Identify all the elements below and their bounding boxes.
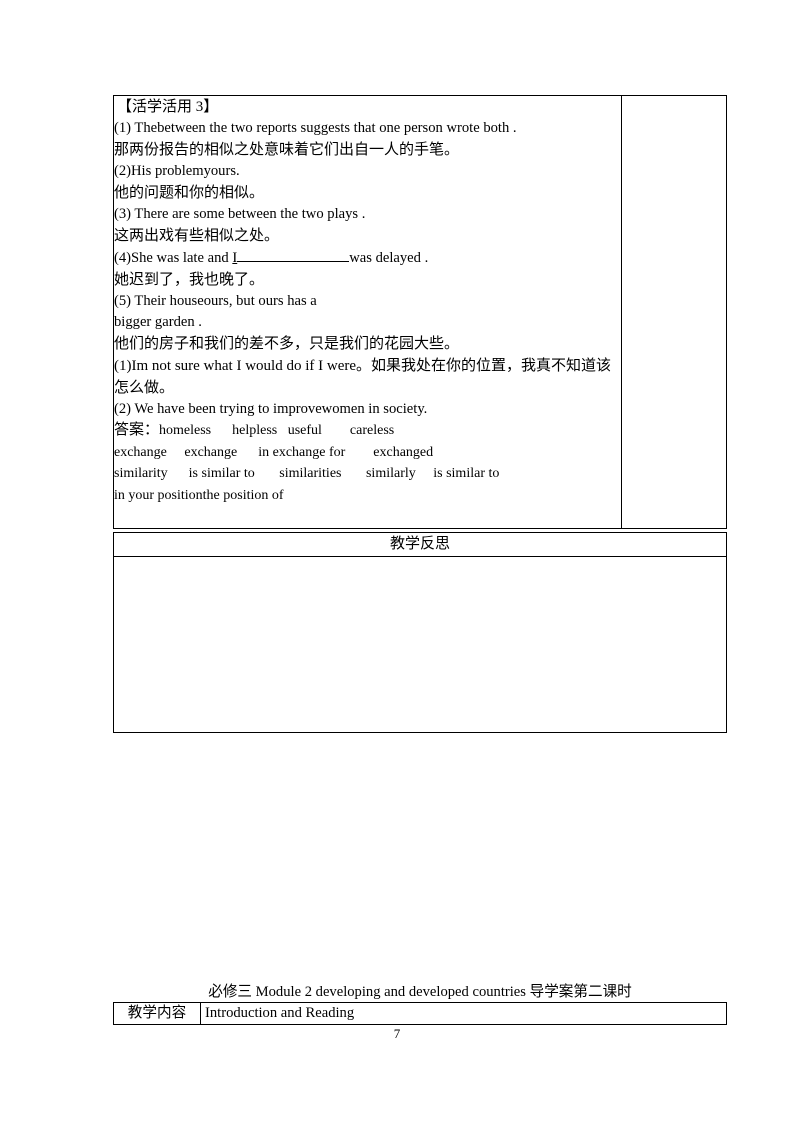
exercise-item-2-en: (2)His problemyours.: [114, 163, 240, 179]
reflection-title: 教学反思: [113, 532, 727, 557]
teaching-content-label: 教学内容: [113, 1002, 201, 1025]
extra-item-2: (2) We have been trying to improvewomen …: [114, 401, 428, 417]
fill-in-blank-line: [237, 247, 350, 262]
exercise-heading: 【活学活用 3】: [117, 99, 219, 115]
exercise-item-5-cn: 他们的房子和我们的差不多，只是我们的花园大些。: [114, 336, 460, 352]
answer-key-line-1: homeless helpless useful careless: [159, 423, 395, 438]
answer-key-line-4: in your positionthe position of: [114, 487, 284, 503]
answer-key-label: 答案：: [114, 422, 160, 438]
answer-key-line-2: exchange exchange in exchange for exchan…: [114, 444, 434, 460]
reflection-content-area: [113, 556, 727, 733]
document-page: 【活学活用 3】 (1) Thebetween the two reports …: [0, 0, 794, 1123]
exercise-content-cell: 【活学活用 3】 (1) Thebetween the two reports …: [113, 95, 622, 529]
exercise-item-3-en: (3) There are some between the two plays…: [114, 206, 366, 222]
teaching-content-value: Introduction and Reading: [200, 1002, 727, 1025]
module-title: 必修三 Module 2 developing and developed co…: [208, 984, 632, 1000]
exercise-item-1-en: (1) Thebetween the two reports suggests …: [114, 120, 517, 136]
footer-table: 教学内容 Introduction and Reading: [113, 1002, 727, 1025]
page-number: 7: [393, 1026, 401, 1041]
exercise-table: 【活学活用 3】 (1) Thebetween the two reports …: [113, 95, 727, 529]
table-row: 教学反思: [113, 532, 727, 557]
answer-key-row-1: 答案：homeless helpless useful careless: [114, 420, 621, 442]
answer-key-line-3: similarity is similar to similarities si…: [114, 466, 500, 481]
exercise-item-3-cn: 这两出戏有些相似之处。: [114, 228, 280, 244]
exercise-item-4-suffix: was delayed .: [349, 250, 429, 266]
exercise-item-4-cn: 她迟到了，我也晚了。: [114, 272, 265, 288]
table-row: 教学内容 Introduction and Reading: [113, 1002, 727, 1025]
exercise-item-5-en-cont: bigger garden .: [114, 314, 202, 330]
table-row: 【活学活用 3】 (1) Thebetween the two reports …: [113, 95, 727, 529]
exercise-item-1-cn: 那两份报告的相似之处意味着它们出自一人的手笔。: [114, 142, 460, 158]
exercise-side-cell: [621, 95, 727, 529]
extra-item-1: (1)Im not sure what I would do if I were…: [114, 358, 612, 396]
exercise-item-5-en: (5) Their houseours, but ours has a: [114, 293, 317, 309]
reflection-table: 教学反思: [113, 532, 727, 733]
table-row: [113, 556, 727, 733]
exercise-item-2-cn: 他的问题和你的相似。: [114, 185, 265, 201]
exercise-item-4-en: (4)She was late and Iwas delayed .: [114, 247, 621, 269]
exercise-item-4-prefix: (4)She was late and: [114, 250, 233, 266]
